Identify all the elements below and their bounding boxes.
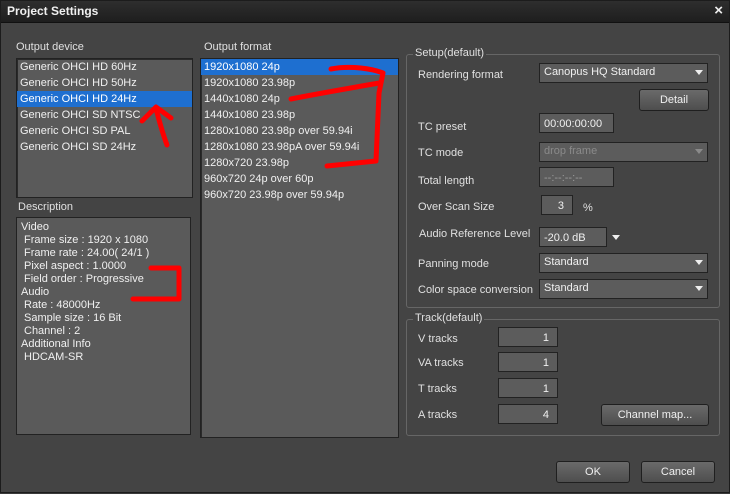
- output-format-list[interactable]: 1920x1080 24p 1920x1080 23.98p 1440x1080 2…: [200, 58, 399, 438]
- va-tracks-label: VA tracks: [418, 357, 464, 369]
- chevron-down-icon: [695, 260, 703, 265]
- close-icon[interactable]: ×: [714, 2, 723, 19]
- output-format-item[interactable]: 1440x1080 24p: [201, 91, 398, 107]
- track-group-title: Track(default): [413, 312, 485, 324]
- output-format-item[interactable]: 960x720 23.98p over 59.94p: [201, 187, 398, 203]
- total-length-label: Total length: [418, 175, 475, 187]
- over-scan-field[interactable]: 3: [541, 195, 573, 215]
- window-title: Project Settings: [7, 4, 99, 18]
- output-format-item[interactable]: 1920x1080 23.98p: [201, 75, 398, 91]
- output-format-item[interactable]: 1280x1080 23.98p over 59.94i: [201, 123, 398, 139]
- over-scan-label: Over Scan Size: [418, 201, 495, 213]
- output-device-item[interactable]: Generic OHCI SD 24Hz: [17, 139, 192, 155]
- cancel-button[interactable]: Cancel: [641, 461, 715, 483]
- over-scan-unit: %: [583, 202, 593, 214]
- description-line: Rate : 48000Hz: [24, 299, 101, 311]
- description-line: Additional Info: [21, 338, 91, 350]
- channel-map-button[interactable]: Channel map...: [601, 404, 709, 426]
- v-tracks-label: V tracks: [418, 333, 458, 345]
- tc-mode-label: TC mode: [418, 147, 464, 159]
- tc-mode-select: drop frame: [539, 142, 708, 162]
- chevron-down-icon: [695, 70, 703, 75]
- panning-mode-label: Panning mode: [418, 258, 489, 270]
- description-line: Pixel aspect : 1.0000: [24, 260, 127, 272]
- chevron-down-icon: [695, 286, 703, 291]
- description-line: HDCAM-SR: [24, 351, 84, 363]
- a-tracks-label: A tracks: [418, 409, 458, 421]
- v-tracks-field[interactable]: 1: [498, 327, 558, 347]
- rendering-format-label: Rendering format: [418, 69, 503, 81]
- chevron-down-icon[interactable]: [612, 235, 620, 240]
- output-format-item[interactable]: 1280x720 23.98p: [201, 155, 398, 171]
- description-line: Sample size : 16 Bit: [24, 312, 122, 324]
- output-format-item[interactable]: 1440x1080 23.98p: [201, 107, 398, 123]
- tc-preset-field[interactable]: 00:00:00:00: [539, 113, 614, 133]
- t-tracks-label: T tracks: [418, 383, 457, 395]
- color-space-value: Standard: [544, 282, 589, 294]
- description-line: Audio: [21, 286, 50, 298]
- color-space-select[interactable]: Standard: [539, 279, 708, 299]
- description-line: Field order : Progressive: [24, 273, 144, 285]
- output-format-item[interactable]: 1280x1080 23.98pA over 59.94i: [201, 139, 398, 155]
- description-label: Description: [18, 201, 74, 213]
- output-device-item[interactable]: Generic OHCI SD PAL: [17, 123, 192, 139]
- total-length-field: --:--:--:--: [539, 167, 614, 187]
- detail-button[interactable]: Detail: [639, 89, 709, 111]
- ok-button[interactable]: OK: [556, 461, 630, 483]
- audio-reference-label: Audio Reference Level: [419, 228, 531, 240]
- rendering-format-select[interactable]: Canopus HQ Standard: [539, 63, 708, 83]
- a-tracks-field[interactable]: 4: [498, 404, 558, 424]
- output-device-label: Output device: [16, 41, 84, 53]
- panning-mode-value: Standard: [544, 256, 589, 268]
- output-format-item[interactable]: 1920x1080 24p: [201, 59, 398, 75]
- output-format-label: Output format: [204, 41, 272, 53]
- project-settings-dialog: Project Settings × Output device Generic…: [0, 0, 730, 493]
- output-device-item[interactable]: Generic OHCI SD NTSC: [17, 107, 192, 123]
- output-device-list[interactable]: Generic OHCI HD 60Hz Generic OHCI HD 50Hz…: [16, 58, 193, 198]
- output-device-item[interactable]: Generic OHCI HD 24Hz: [17, 91, 192, 107]
- rendering-format-value: Canopus HQ Standard: [544, 66, 656, 78]
- output-format-item[interactable]: 960x720 24p over 60p: [201, 171, 398, 187]
- output-device-item[interactable]: Generic OHCI HD 50Hz: [17, 75, 192, 91]
- description-box: Video Frame size : 1920 x 1080 Frame rate …: [16, 217, 191, 435]
- t-tracks-field[interactable]: 1: [498, 378, 558, 398]
- va-tracks-field[interactable]: 1: [498, 352, 558, 372]
- audio-reference-field[interactable]: -20.0 dB: [539, 227, 607, 247]
- output-device-item[interactable]: Generic OHCI HD 60Hz: [17, 59, 192, 75]
- chevron-down-icon: [695, 149, 703, 154]
- tc-preset-label: TC preset: [418, 121, 467, 133]
- description-line: Video: [21, 221, 49, 233]
- description-line: Channel : 2: [24, 325, 81, 337]
- title-bar: Project Settings ×: [1, 1, 729, 23]
- tc-mode-value: drop frame: [544, 145, 598, 157]
- description-line: Frame rate : 24.00( 24/1 ): [24, 247, 150, 259]
- setup-group-title: Setup(default): [413, 47, 487, 59]
- panning-mode-select[interactable]: Standard: [539, 253, 708, 273]
- color-space-label: Color space conversion: [418, 284, 533, 296]
- description-line: Frame size : 1920 x 1080: [24, 234, 149, 246]
